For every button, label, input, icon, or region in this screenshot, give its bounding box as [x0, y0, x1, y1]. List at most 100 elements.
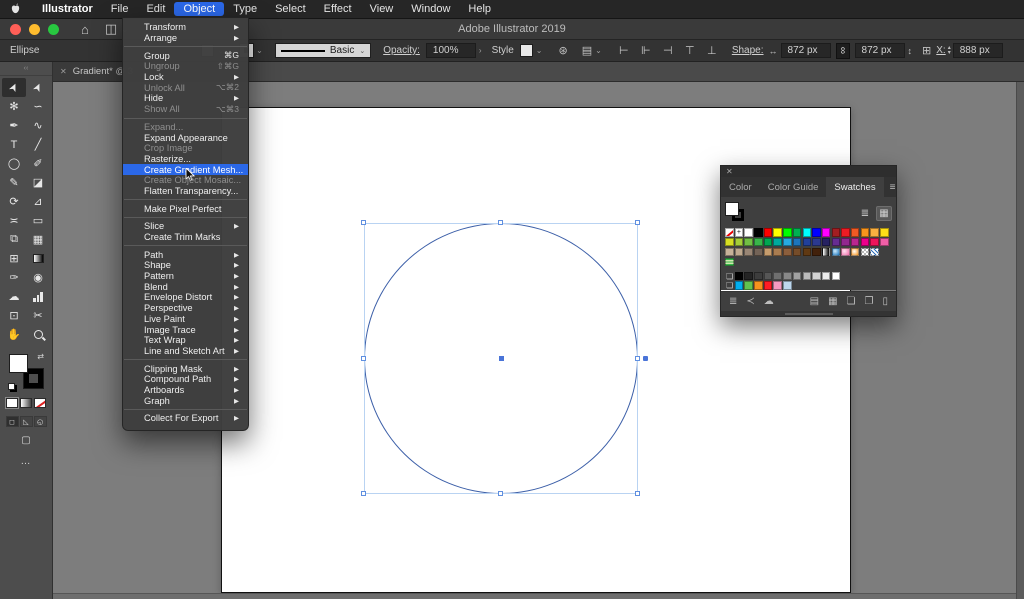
swatch-color[interactable] [773, 238, 782, 247]
arrange-documents-icon[interactable]: ◫ [105, 21, 117, 37]
swatch-color[interactable] [812, 248, 821, 257]
swatch-color[interactable] [735, 238, 744, 247]
swatch-grad-pink[interactable] [841, 248, 850, 257]
swatch-color[interactable] [803, 272, 812, 281]
draw-inside-mode[interactable]: ◵ [34, 416, 47, 427]
opacity-link[interactable]: Opacity: [383, 45, 420, 56]
swatch-color[interactable] [870, 238, 879, 247]
swatch-color[interactable] [832, 272, 841, 281]
menu-item-clipping-mask[interactable]: Clipping Mask▶ [123, 363, 248, 374]
menubar-item-view[interactable]: View [361, 2, 403, 16]
document-setup-icon[interactable]: ▤ [582, 44, 592, 57]
swatch-color[interactable] [880, 238, 889, 247]
menu-item-expand-appearance[interactable]: Expand Appearance [123, 132, 248, 143]
swatch-color[interactable] [793, 228, 802, 237]
type-tool[interactable]: T [2, 135, 26, 154]
collapse-tools-icon[interactable]: ‹‹ [24, 65, 29, 72]
free-transform-tool[interactable]: ▭ [26, 211, 50, 230]
color-themes-icon[interactable]: ▦ [828, 296, 837, 307]
vertical-scrollbar[interactable] [1016, 82, 1024, 599]
recolor-artwork-icon[interactable]: ⊛ [559, 44, 568, 57]
menu-item-blend[interactable]: Blend▶ [123, 281, 248, 292]
tools-panel-drag-handle[interactable]: ‹‹ [0, 62, 52, 76]
stroke-chevron-icon[interactable]: ⌄ [256, 46, 263, 55]
swatch-color[interactable] [832, 238, 841, 247]
column-graph-tool[interactable] [26, 287, 50, 306]
x-stepper[interactable]: ▴ ▾ [948, 46, 951, 56]
draw-behind-mode[interactable]: ◺ [20, 416, 33, 427]
shape-width-field[interactable]: 872 px [781, 43, 831, 58]
swatch-color[interactable] [812, 238, 821, 247]
zoom-window-button[interactable] [48, 24, 59, 35]
gradient-button[interactable] [20, 398, 32, 408]
opacity-field[interactable]: 100% [426, 43, 476, 58]
align-horizontal-center-icon[interactable]: ⊩ [638, 44, 654, 57]
swatch-pattern-hatch[interactable] [870, 248, 879, 257]
close-window-button[interactable] [10, 24, 21, 35]
menu-item-perspective[interactable]: Perspective▶ [123, 303, 248, 314]
menu-item-envelope-distort[interactable]: Envelope Distort▶ [123, 292, 248, 303]
swatch-color[interactable] [754, 281, 763, 290]
selection-handle-sw[interactable] [361, 491, 366, 496]
fill-swatch-large[interactable] [9, 354, 28, 373]
swatch-color[interactable] [744, 228, 753, 237]
minimize-window-button[interactable] [29, 24, 40, 35]
selection-handle-n[interactable] [498, 220, 503, 225]
swatch-color[interactable] [744, 238, 753, 247]
swatch-color[interactable] [735, 281, 744, 290]
swatch-color[interactable] [803, 238, 812, 247]
menubar-item-window[interactable]: Window [402, 2, 459, 16]
apple-menu-icon[interactable] [10, 3, 21, 15]
swatch-color[interactable] [735, 272, 744, 281]
swatch-color[interactable] [754, 238, 763, 247]
swatch-kinds-menu-icon[interactable]: ≺ [746, 296, 754, 307]
swatch-color[interactable] [744, 272, 753, 281]
swatch-color[interactable] [783, 238, 792, 247]
home-icon[interactable]: ⌂ [81, 22, 89, 37]
swatch-color[interactable] [764, 248, 773, 257]
align-horizontal-right-icon[interactable]: ⊣ [660, 44, 676, 57]
panel-fill-stroke-indicator[interactable] [725, 202, 747, 224]
swatch-color[interactable] [841, 228, 850, 237]
change-screen-mode-icon[interactable]: ▢ [21, 435, 30, 446]
swatch-color[interactable] [744, 248, 753, 257]
reference-point-icon[interactable]: ⊞ [922, 44, 931, 57]
artboard-tool[interactable]: ⊡ [2, 306, 26, 325]
zoom-tool[interactable] [26, 325, 50, 344]
new-swatch-icon[interactable]: ❐ [865, 296, 874, 307]
stepper-down-icon[interactable]: ▾ [948, 51, 951, 56]
width-tool[interactable]: ≍ [2, 211, 26, 230]
gradient-tool[interactable] [26, 249, 50, 268]
swatch-grad-blue[interactable] [832, 248, 841, 257]
color-group-folder-icon[interactable]: ❏ [725, 281, 734, 290]
menu-item-path[interactable]: Path▶ [123, 249, 248, 260]
slice-tool[interactable]: ✂ [26, 306, 50, 325]
new-color-group-icon[interactable]: ❏ [847, 296, 856, 307]
link-dimensions-icon[interactable]: ∞ [836, 43, 850, 59]
stroke-style-chevron-icon[interactable]: ⌄ [359, 47, 365, 55]
panel-fill-proxy[interactable] [725, 202, 739, 216]
menu-item-line-and-sketch-art[interactable]: Line and Sketch Art▶ [123, 346, 248, 357]
list-view-icon[interactable]: ≣ [857, 206, 873, 221]
rotate-tool[interactable]: ⟳ [2, 192, 26, 211]
selection-handle-s[interactable] [498, 491, 503, 496]
align-vertical-center-icon[interactable]: ⊥ [704, 44, 720, 57]
swatch-color[interactable] [764, 272, 773, 281]
swatch-color[interactable] [735, 248, 744, 257]
none-button[interactable] [34, 398, 46, 408]
swatch-color[interactable] [803, 248, 812, 257]
align-vertical-top-icon[interactable]: ⊤ [682, 44, 698, 57]
paintbrush-tool[interactable]: ✐ [26, 154, 50, 173]
swatch-color[interactable] [773, 281, 782, 290]
menu-item-group[interactable]: Group⌘G [123, 50, 248, 61]
default-fill-stroke-icon[interactable] [8, 383, 15, 390]
grid-view-icon[interactable]: ▦ [876, 206, 892, 221]
swap-fill-stroke-icon[interactable]: ⇄ [37, 352, 44, 361]
swatch-pattern-green[interactable] [725, 258, 734, 267]
color-button[interactable] [6, 398, 18, 408]
swatch-color[interactable] [841, 238, 850, 247]
menu-item-collect-for-export[interactable]: Collect For Export▶ [123, 413, 248, 424]
menu-item-rasterize[interactable]: Rasterize... [123, 154, 248, 165]
swatch-color[interactable] [725, 248, 734, 257]
style-chevron-icon[interactable]: ⌄ [536, 46, 543, 55]
